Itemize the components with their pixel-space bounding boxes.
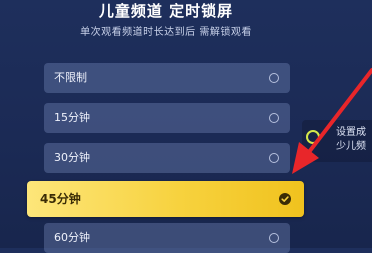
- radio-icon: [269, 153, 279, 163]
- option-label: 60分钟: [54, 231, 90, 244]
- option-label: 15分钟: [54, 111, 90, 124]
- option-label: 不限制: [54, 71, 87, 84]
- side-hint-line1: 设置成: [336, 127, 366, 138]
- side-hint-icon: [306, 130, 320, 144]
- option-30min[interactable]: 30分钟: [44, 143, 290, 173]
- option-label: 30分钟: [54, 151, 90, 164]
- side-hint-line2: 少儿频: [336, 141, 366, 152]
- option-unlimited[interactable]: 不限制: [44, 63, 290, 93]
- radio-icon: [269, 113, 279, 123]
- option-45min[interactable]: 45分钟: [27, 181, 304, 217]
- radio-icon: [269, 233, 279, 243]
- check-icon: [279, 193, 291, 205]
- option-60min[interactable]: 60分钟: [44, 223, 290, 253]
- option-label: 45分钟: [40, 192, 81, 206]
- radio-icon: [269, 73, 279, 83]
- page-title: 儿童频道 定时锁屏: [98, 2, 234, 20]
- page-subtitle: 单次观看频道时长达到后 需解锁观看: [80, 27, 252, 38]
- option-15min[interactable]: 15分钟: [44, 103, 290, 133]
